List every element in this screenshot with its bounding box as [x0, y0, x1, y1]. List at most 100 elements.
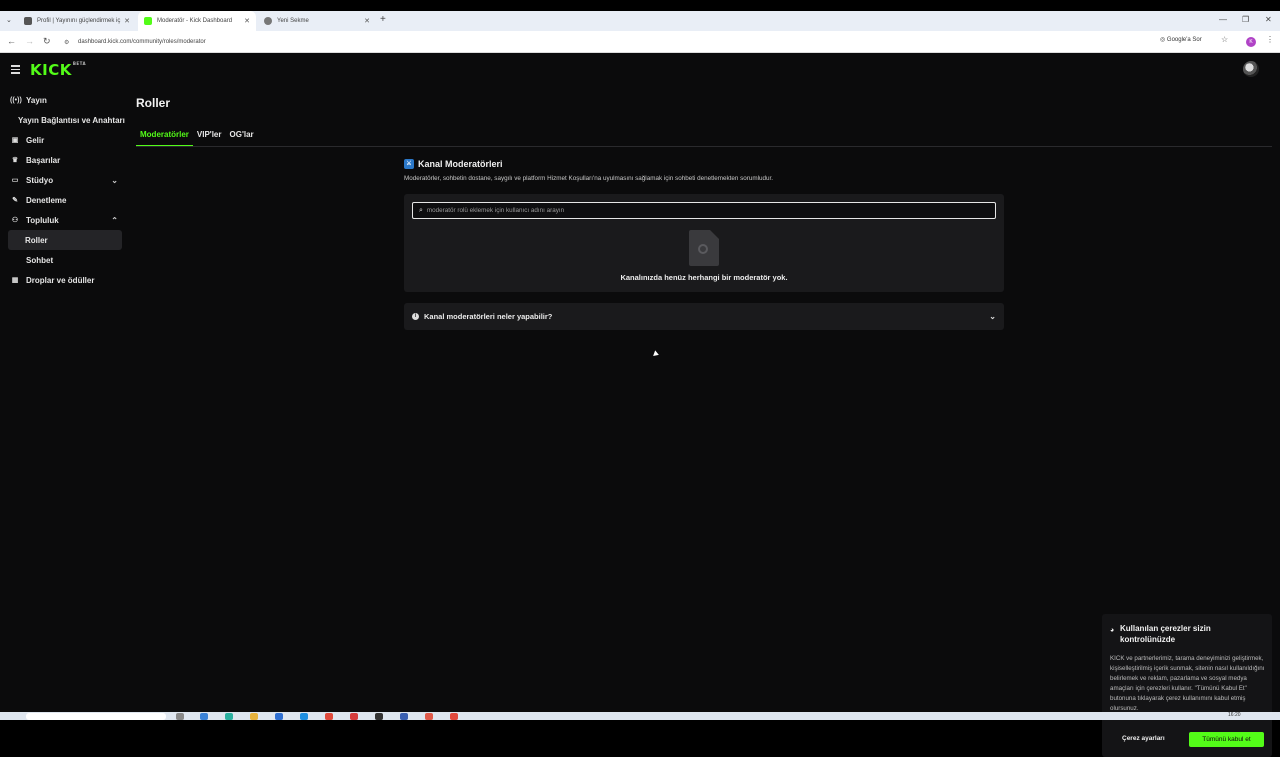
sword-icon: ⚔	[404, 159, 414, 169]
trophy-icon: ♛	[11, 157, 19, 164]
accept-all-cookies-button[interactable]: Tümünü kabul et	[1189, 732, 1264, 747]
tab-title: Profil | Yayınını güçlendirmek iç	[37, 18, 121, 24]
sidebar-item-yayin[interactable]: ((•)) Yayın	[0, 90, 130, 110]
browser-tab-bar: ⌄ Profil | Yayınını güçlendirmek iç ✕ Mo…	[0, 11, 1280, 31]
sidebar-item-denetleme[interactable]: ✎ Denetleme	[0, 190, 130, 210]
section-description: Moderatörler, sohbetin dostane, saygılı …	[404, 175, 774, 182]
chevron-up-icon[interactable]: ⌃	[111, 216, 118, 225]
task-view-icon[interactable]	[176, 713, 184, 720]
sidebar: ((•)) Yayın Yayın Bağlantısı ve Anahtarı…	[0, 90, 130, 290]
sidebar-item-topluluk[interactable]: ⚇ Topluluk ⌃	[0, 210, 130, 230]
tab-moderatorler[interactable]: Moderatörler	[136, 128, 193, 147]
profile-avatar[interactable]: K	[1246, 37, 1256, 47]
app-icon[interactable]	[300, 713, 308, 720]
tab-title: Yeni Sekme	[277, 18, 309, 24]
moderator-search: ⌕	[412, 202, 996, 219]
gift-icon: ▦	[11, 277, 19, 284]
moderator-search-input[interactable]	[426, 207, 967, 214]
google-lens-button[interactable]: ◎ Google'a Sor	[1160, 36, 1202, 43]
url-text: dashboard.kick.com/community/roles/moder…	[78, 39, 206, 45]
user-avatar[interactable]	[1243, 61, 1259, 77]
tab-oglar[interactable]: OG'lar	[226, 128, 258, 147]
sidebar-item-stream-key[interactable]: Yayın Bağlantısı ve Anahtarı	[0, 110, 130, 130]
browser-tab-profile[interactable]: Profil | Yayınını güçlendirmek iç ✕	[18, 11, 136, 31]
globe-icon	[264, 17, 272, 25]
chevron-down-icon[interactable]: ⌄	[111, 176, 118, 185]
sidebar-item-gelir[interactable]: ▣ Gelir	[0, 130, 130, 150]
app-icon[interactable]	[275, 713, 283, 720]
site-info-icon[interactable]: ⚙	[64, 39, 69, 46]
app-icon[interactable]	[350, 713, 358, 720]
browser-address-bar: ← → ↻ ⚙ dashboard.kick.com/community/rol…	[0, 31, 1280, 53]
tab-close-icon[interactable]: ✕	[364, 17, 370, 25]
sidebar-item-studyo[interactable]: ▭ Stüdyo ⌄	[0, 170, 130, 190]
wallet-icon: ▣	[11, 137, 19, 144]
browser-tab-moderator[interactable]: Moderatör - Kick Dashboard ✕	[138, 11, 256, 31]
cookie-icon: ◕	[1110, 627, 1115, 634]
tab-close-icon[interactable]: ✕	[124, 17, 130, 25]
search-icon: ⌕	[419, 206, 423, 214]
sidebar-item-label: Başarılar	[26, 155, 61, 165]
browser-tab-new[interactable]: Yeni Sekme ✕	[258, 11, 376, 31]
sidebar-item-droplar[interactable]: ▦ Droplar ve ödüller	[0, 270, 130, 290]
mouse-cursor	[653, 350, 660, 358]
forward-icon[interactable]: →	[25, 36, 34, 46]
moderator-info-accordion[interactable]: i Kanal moderatörleri neler yapabilir? ⌄	[404, 303, 1004, 330]
tab-search-icon[interactable]: ⌄	[6, 16, 12, 24]
sidebar-item-basarilar[interactable]: ♛ Başarılar	[0, 150, 130, 170]
cookie-banner: ◕ Kullanılan çerezler sizin kontrolünüzd…	[1102, 614, 1272, 757]
chrome-icon[interactable]	[450, 713, 458, 720]
chrome-icon[interactable]	[325, 713, 333, 720]
taskbar-search[interactable]	[26, 713, 166, 720]
browser-menu-icon[interactable]: ⋮	[1266, 35, 1274, 44]
section-header: ⚔ Kanal Moderatörleri	[404, 159, 503, 169]
roles-tabs: Moderatörler VIP'ler OG'lar	[136, 128, 258, 147]
page-title: Roller	[136, 96, 171, 110]
sidebar-item-roller[interactable]: Roller	[8, 230, 122, 250]
sidebar-item-label: Stüdyo	[26, 175, 54, 185]
kick-favicon-icon	[144, 17, 152, 25]
tabs-divider	[136, 146, 1272, 147]
info-icon: i	[412, 313, 419, 320]
screen-top-border	[0, 0, 1280, 11]
moderators-card: ⌕ Kanalınızda henüz herhangi bir moderat…	[404, 194, 1004, 292]
chevron-down-icon: ⌄	[989, 312, 996, 321]
tab-close-icon[interactable]: ✕	[244, 17, 250, 25]
app-icon[interactable]	[425, 713, 433, 720]
sidebar-item-label: Sohbet	[26, 255, 54, 265]
app-icon[interactable]	[200, 713, 208, 720]
section-title: Kanal Moderatörleri	[418, 159, 503, 169]
studio-icon: ▭	[11, 177, 19, 184]
hamburger-menu-icon[interactable]	[11, 65, 20, 76]
app-icon[interactable]	[400, 713, 408, 720]
os-taskbar: 16:20	[0, 712, 1280, 720]
tab-vipler[interactable]: VIP'ler	[193, 128, 226, 147]
sidebar-item-label: Denetleme	[26, 195, 67, 205]
sidebar-item-label: Yayın Bağlantısı ve Anahtarı	[18, 115, 125, 125]
app-icon[interactable]	[375, 713, 383, 720]
beta-badge: BETA	[72, 61, 87, 66]
new-tab-icon[interactable]: +	[380, 14, 386, 25]
cookie-settings-button[interactable]: Çerez ayarları	[1116, 732, 1171, 745]
url-input[interactable]: ⚙ dashboard.kick.com/community/roles/mod…	[60, 34, 1240, 50]
sidebar-item-label: Droplar ve ödüller	[26, 275, 95, 285]
bookmark-star-icon[interactable]: ☆	[1221, 35, 1228, 44]
sidebar-item-label: Gelir	[26, 135, 45, 145]
taskbar-clock[interactable]: 16:20	[1228, 712, 1241, 718]
lens-icon: ◎	[1160, 37, 1167, 43]
kick-logo[interactable]: KICKBETA	[30, 61, 86, 79]
app-icon[interactable]	[225, 713, 233, 720]
logo-text: KICK	[30, 61, 72, 79]
window-close-icon[interactable]: ✕	[1265, 15, 1272, 24]
community-icon: ⚇	[11, 217, 19, 224]
reload-icon[interactable]: ↻	[43, 36, 51, 47]
sidebar-item-sohbet[interactable]: Sohbet	[0, 250, 130, 270]
minimize-icon[interactable]: —	[1219, 15, 1227, 24]
back-icon[interactable]: ←	[7, 36, 16, 46]
maximize-icon[interactable]: ❐	[1242, 15, 1249, 24]
folder-icon[interactable]	[250, 713, 258, 720]
kick-dashboard: KICKBETA ((•)) Yayın Yayın Bağlantısı ve…	[0, 53, 1280, 757]
tab-favicon-icon	[24, 17, 32, 25]
sidebar-item-label: Yayın	[26, 95, 47, 105]
cookie-title: ◕ Kullanılan çerezler sizin kontrolünüzd…	[1110, 623, 1260, 645]
